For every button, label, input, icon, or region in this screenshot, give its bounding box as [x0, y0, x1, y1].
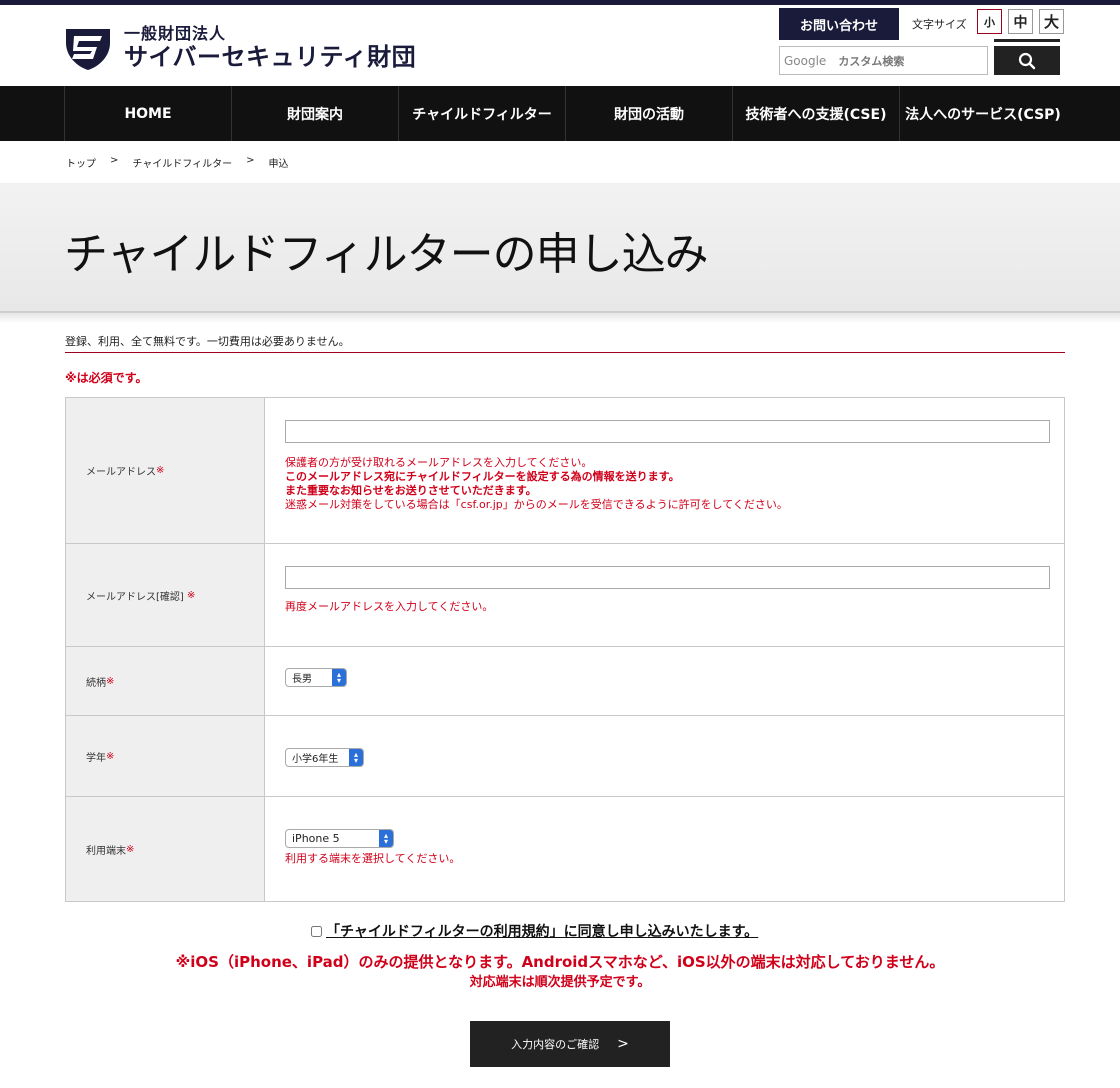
device-label: 利用端末 — [86, 845, 126, 857]
relation-select[interactable]: 長男 ▴ ▾ — [285, 668, 347, 687]
nav-item-about[interactable]: 財団案内 — [231, 86, 398, 141]
email-hint: 保護者の方が受け取れるメールアドレスを入力してください。 — [285, 456, 593, 469]
email-hint-bold: このメールアドレス宛にチャイルドフィルターを設定する為の情報を送ります。 — [285, 470, 680, 483]
font-size-large-button[interactable]: 大 — [1039, 9, 1064, 34]
device-select[interactable]: iPhone 5 ▴ ▾ — [285, 829, 394, 848]
nav-item-child-filter[interactable]: チャイルドフィルター — [398, 86, 565, 141]
select-arrows-icon: ▴ ▾ — [349, 749, 363, 766]
select-arrows-icon: ▴ ▾ — [379, 830, 393, 847]
search-placeholder: カスタム検索 — [838, 54, 905, 68]
search-brand: Google — [784, 53, 827, 68]
ios-only-warning: ※iOS（iPhone、iPad）のみの提供となります。Androidスマホなど… — [175, 953, 945, 971]
required-mark: ※ — [106, 675, 115, 687]
font-size-small-button[interactable]: 小 — [977, 9, 1002, 34]
terms-agreement: 「チャイルドフィルターの利用規約」に同意し申し込みいたします。 — [311, 921, 758, 941]
breadcrumb-current: 申込 — [268, 159, 289, 170]
grade-label: 学年 — [86, 752, 106, 764]
device-hint: 利用する端末を選択してください。 — [285, 852, 461, 865]
hero-shadow — [0, 311, 1120, 323]
font-size-divider — [994, 39, 1060, 42]
nav-item-activities[interactable]: 財団の活動 — [565, 86, 732, 141]
application-form: メールアドレス ※ 保護者の方が受け取れるメールアドレスを入力してください。 この… — [65, 397, 1065, 902]
chevron-right-icon: > — [617, 1036, 629, 1052]
relation-selected: 長男 — [292, 674, 312, 685]
email-field[interactable] — [285, 420, 1050, 443]
form-row-email-confirm: メールアドレス[確認] ※ 再度メールアドレスを入力してください。 — [66, 543, 1064, 646]
device-selected: iPhone 5 — [292, 832, 340, 845]
cs-shield-logo-icon — [66, 29, 110, 70]
confirm-button-label: 入力内容のご確認 — [511, 1038, 600, 1051]
required-note: ※は必須です。 — [65, 371, 148, 385]
relation-label: 続柄 — [86, 677, 106, 689]
form-row-device: 利用端末 ※ iPhone 5 ▴ ▾ 利用する端末を選択してください。 — [66, 796, 1064, 901]
intro-text: 登録、利用、全て無料です。一切費用は必要ありません。 — [65, 335, 350, 348]
font-size-label: 文字サイズ — [912, 18, 967, 31]
logo-subtitle: 一般財団法人 — [124, 23, 227, 43]
top-accent-bar — [0, 0, 1120, 5]
form-row-grade: 学年 ※ 小学6年生 ▴ ▾ — [66, 715, 1064, 796]
form-row-email: メールアドレス ※ 保護者の方が受け取れるメールアドレスを入力してください。 この… — [66, 398, 1064, 543]
confirm-button[interactable]: 入力内容のご確認 > — [470, 1021, 670, 1067]
breadcrumb: トップ > チャイルドフィルター > 申込 — [66, 155, 288, 170]
select-arrows-icon: ▴ ▾ — [332, 669, 346, 686]
terms-link[interactable]: 「チャイルドフィルターの利用規約」に同意し申し込みいたします。 — [326, 921, 758, 941]
nav-item-cse[interactable]: 技術者への支援(CSE) — [732, 86, 899, 141]
required-mark: ※ — [106, 750, 115, 762]
device-support-note: 対応端末は順次提供予定です。 — [469, 975, 651, 990]
breadcrumb-separator: > — [246, 155, 255, 166]
logo-title: サイバーセキュリティ財団 — [124, 42, 417, 71]
contact-button[interactable]: お問い合わせ — [779, 8, 899, 40]
email-hint: 迷惑メール対策をしている場合は「csf.or.jp」からのメールを受信できるよう… — [285, 498, 788, 511]
search-icon — [1018, 52, 1036, 69]
nav-item-home[interactable]: HOME — [64, 86, 231, 141]
breadcrumb-separator: > — [110, 155, 119, 166]
main-nav: HOME 財団案内 チャイルドフィルター 財団の活動 技術者への支援(CSE) … — [0, 86, 1120, 141]
search-button[interactable] — [994, 46, 1060, 75]
required-mark: ※ — [156, 465, 165, 476]
grade-selected: 小学6年生 — [292, 754, 339, 765]
font-size-medium-button[interactable]: 中 — [1008, 9, 1033, 34]
terms-checkbox[interactable] — [311, 925, 322, 937]
nav-item-csp[interactable]: 法人へのサービス(CSP) — [899, 86, 1066, 141]
page-title: チャイルドフィルターの申し込み — [64, 229, 709, 280]
email-confirm-hint: 再度メールアドレスを入力してください。 — [285, 600, 494, 613]
required-mark: ※ — [126, 843, 135, 855]
breadcrumb-top[interactable]: トップ — [66, 155, 96, 170]
email-hint-bold: また重要なお知らせをお送りさせていただきます。 — [285, 484, 537, 497]
grade-select[interactable]: 小学6年生 ▴ ▾ — [285, 748, 364, 767]
email-label: メールアドレス — [86, 467, 156, 478]
intro-divider — [65, 352, 1065, 353]
form-row-relation: 続柄 ※ 長男 ▴ ▾ — [66, 646, 1064, 715]
email-confirm-field[interactable] — [285, 566, 1050, 589]
breadcrumb-child-filter[interactable]: チャイルドフィルター — [132, 155, 232, 170]
email-confirm-label: メールアドレス[確認] — [86, 591, 184, 603]
site-logo[interactable]: 一般財団法人 サイバーセキュリティ財団 — [64, 22, 416, 72]
required-mark: ※ — [187, 589, 196, 601]
search-input[interactable]: Google カスタム検索 — [779, 46, 988, 75]
